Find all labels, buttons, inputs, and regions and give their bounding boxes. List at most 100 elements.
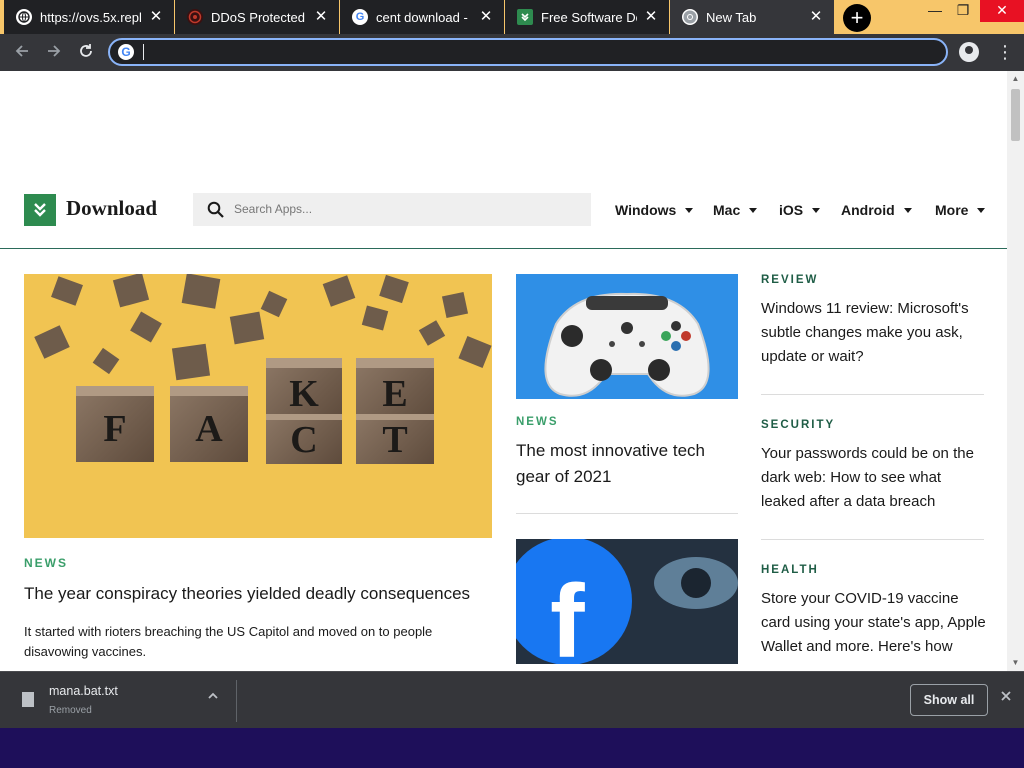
tab-close-icon[interactable]: ✕ bbox=[148, 9, 164, 25]
falling-cube bbox=[441, 291, 469, 319]
hero-article-image[interactable]: F A K E C T bbox=[24, 274, 492, 538]
tech-gear-headline[interactable]: The most innovative tech gear of 2021 bbox=[516, 438, 731, 490]
falling-cube bbox=[379, 274, 409, 304]
download-shelf: mana.bat.txt Removed Show all bbox=[0, 671, 1024, 728]
falling-cube bbox=[34, 325, 70, 359]
close-window-button[interactable]: ✕ bbox=[980, 0, 1024, 22]
nav-windows[interactable]: Windows bbox=[615, 202, 694, 218]
health-kicker[interactable]: HEALTH bbox=[761, 564, 819, 576]
nav-label: Android bbox=[841, 202, 895, 218]
review-headline[interactable]: Windows 11 review: Microsoft's subtle ch… bbox=[761, 297, 989, 369]
restore-button[interactable]: ❐ bbox=[948, 0, 978, 22]
page-viewport: Download Search Apps... Windows Mac iOS … bbox=[0, 71, 1024, 671]
letter-block: F bbox=[76, 386, 154, 462]
back-button[interactable] bbox=[9, 40, 35, 66]
falling-cube bbox=[92, 347, 120, 375]
hero-kicker[interactable]: NEWS bbox=[24, 556, 68, 570]
falling-cube bbox=[130, 311, 162, 343]
tab-ddos[interactable]: DDoS Protected Host ✕ bbox=[175, 0, 339, 34]
hero-summary: It started with rioters breaching the US… bbox=[24, 624, 433, 659]
tab-replit[interactable]: https://ovs.5x.repl.co ✕ bbox=[4, 0, 174, 34]
chevron-down-icon bbox=[812, 207, 821, 213]
tab-title: cent download - Google Search bbox=[376, 9, 472, 25]
tab-title: New Tab bbox=[706, 9, 757, 25]
nav-label: iOS bbox=[779, 202, 804, 218]
falling-cube bbox=[171, 343, 211, 381]
chevron-down-icon bbox=[903, 207, 912, 213]
falling-cube bbox=[260, 290, 288, 318]
scrollbar-thumb[interactable] bbox=[1011, 89, 1020, 141]
article-divider bbox=[516, 513, 738, 514]
chevron-down-icon bbox=[977, 207, 986, 213]
review-kicker[interactable]: REVIEW bbox=[761, 274, 818, 286]
google-icon: G bbox=[352, 9, 368, 25]
letter-block: A bbox=[170, 386, 248, 462]
nav-android[interactable]: Android bbox=[841, 202, 912, 218]
forward-button[interactable] bbox=[41, 40, 67, 66]
show-all-downloads-button[interactable]: Show all bbox=[910, 684, 988, 716]
tab-title: DDoS Protected Host bbox=[211, 9, 307, 25]
falling-cube bbox=[458, 336, 492, 368]
file-icon bbox=[22, 692, 34, 707]
reload-button[interactable] bbox=[73, 40, 99, 66]
tab-new-tab[interactable]: New Tab ✕ bbox=[670, 0, 834, 34]
tab-google-search[interactable]: G cent download - Google Search ✕ bbox=[340, 0, 504, 34]
security-kicker[interactable]: SECURITY bbox=[761, 419, 835, 431]
tech-gear-kicker[interactable]: NEWS bbox=[516, 416, 559, 428]
search-icon bbox=[207, 201, 224, 218]
article-divider bbox=[761, 539, 984, 540]
close-download-shelf-icon[interactable] bbox=[998, 690, 1014, 706]
falling-cube bbox=[181, 274, 221, 309]
chevron-up-icon[interactable] bbox=[206, 690, 220, 704]
site-logo-text[interactable]: Download bbox=[66, 196, 157, 221]
letter-block: E bbox=[356, 358, 434, 420]
ddos-favicon-icon bbox=[187, 9, 203, 25]
letter-block: T bbox=[356, 414, 434, 464]
facebook-image-art: f bbox=[516, 539, 738, 664]
desktop-taskbar bbox=[0, 728, 1024, 768]
nav-ios[interactable]: iOS bbox=[779, 202, 821, 218]
tab-close-icon[interactable]: ✕ bbox=[808, 9, 824, 25]
game-controller-icon bbox=[516, 274, 738, 399]
tab-title: Free Software Downloads bbox=[541, 9, 637, 25]
scroll-up-icon[interactable]: ▲ bbox=[1007, 71, 1024, 87]
letter-block: C bbox=[266, 414, 342, 464]
falling-cube bbox=[229, 311, 265, 345]
security-headline[interactable]: Your passwords could be on the dark web:… bbox=[761, 442, 989, 514]
health-headline[interactable]: Store your COVID-19 vaccine card using y… bbox=[761, 587, 989, 671]
tab-download-site[interactable]: Free Software Downloads ✕ bbox=[505, 0, 669, 34]
nav-label: Mac bbox=[713, 202, 741, 218]
browser-toolbar: G ⋮ bbox=[0, 34, 1024, 71]
nav-more[interactable]: More bbox=[935, 202, 986, 218]
header-divider bbox=[0, 248, 1007, 249]
nav-mac[interactable]: Mac bbox=[713, 202, 758, 218]
facebook-article-image[interactable]: f bbox=[516, 539, 738, 664]
letter-block: K bbox=[266, 358, 342, 420]
browser-menu-icon[interactable]: ⋮ bbox=[996, 40, 1014, 64]
download-separator bbox=[236, 680, 237, 722]
download-file-name[interactable]: mana.bat.txt bbox=[49, 684, 118, 698]
article-divider bbox=[761, 394, 984, 395]
page-scrollbar[interactable]: ▲ ▼ bbox=[1007, 71, 1024, 671]
google-icon: G bbox=[118, 44, 134, 60]
tab-close-icon[interactable]: ✕ bbox=[643, 9, 659, 25]
hero-headline[interactable]: The year conspiracy theories yielded dea… bbox=[24, 581, 494, 607]
chevron-down-icon bbox=[685, 207, 694, 213]
tab-strip: https://ovs.5x.repl.co ✕ DDoS Protected … bbox=[0, 0, 1024, 34]
scroll-down-icon[interactable]: ▼ bbox=[1007, 655, 1024, 671]
falling-cube bbox=[112, 274, 150, 308]
search-placeholder: Search Apps... bbox=[234, 202, 313, 216]
address-bar[interactable]: G bbox=[108, 38, 948, 66]
falling-cube bbox=[322, 275, 356, 307]
profile-avatar-icon[interactable] bbox=[959, 42, 979, 62]
falling-cube bbox=[51, 276, 83, 306]
tab-close-icon[interactable]: ✕ bbox=[478, 9, 494, 25]
chevron-down-icon bbox=[749, 207, 758, 213]
site-logo-icon[interactable] bbox=[24, 194, 56, 226]
tech-gear-article-image[interactable] bbox=[516, 274, 738, 399]
new-tab-button[interactable]: + bbox=[843, 4, 871, 32]
download-favicon-icon bbox=[517, 9, 533, 25]
site-search-input[interactable]: Search Apps... bbox=[193, 193, 591, 226]
minimize-button[interactable]: — bbox=[920, 0, 950, 22]
tab-close-icon[interactable]: ✕ bbox=[313, 9, 329, 25]
